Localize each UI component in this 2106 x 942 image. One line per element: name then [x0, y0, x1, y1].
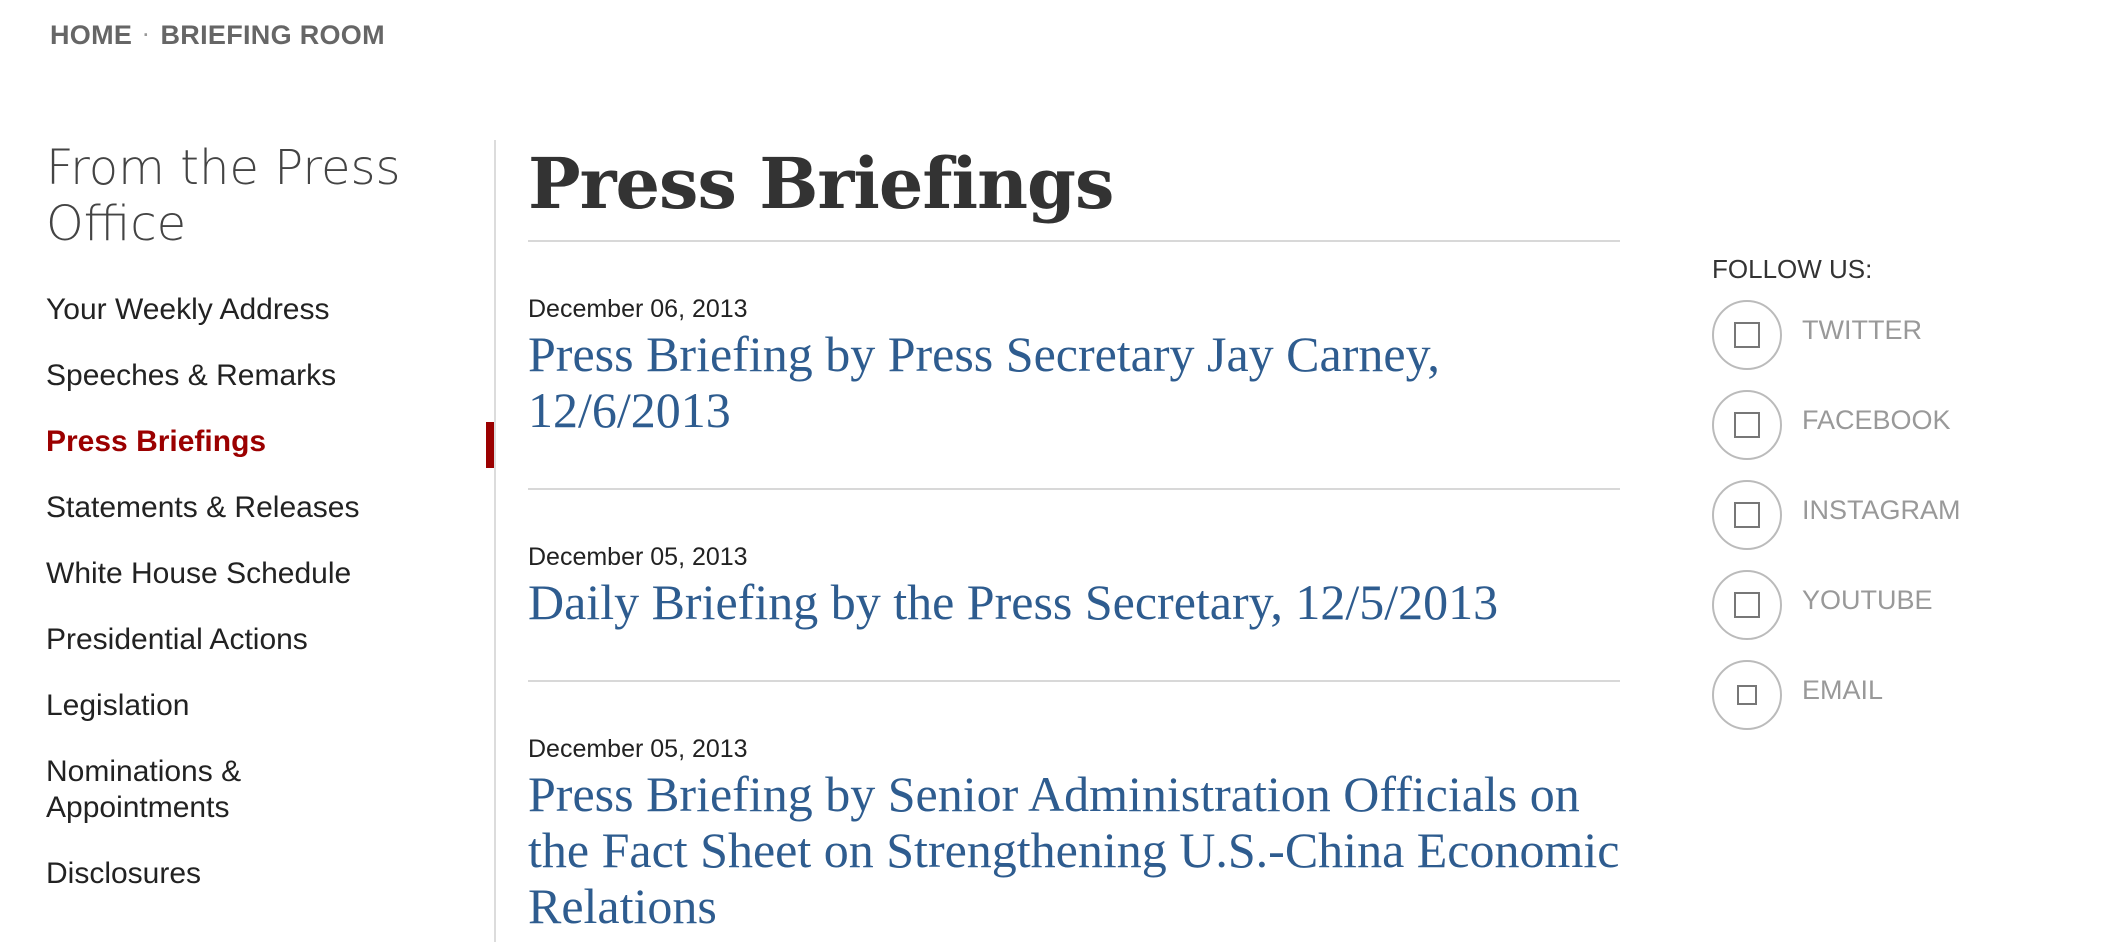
email-label: EMAIL: [1802, 674, 1884, 705]
sidebar-item-nominations-appointments[interactable]: Nominations & Appointments: [46, 754, 276, 826]
sidebar-item-your-weekly-address[interactable]: Your Weekly Address: [46, 292, 446, 328]
sidebar: From the Press Office Your Weekly Addres…: [0, 140, 496, 942]
main-content: Press Briefings December 06, 2013 Press …: [528, 140, 1620, 934]
page-title: Press Briefings: [528, 142, 1114, 225]
instagram-icon: [1712, 480, 1782, 550]
breadcrumb-separator: ·: [143, 25, 150, 45]
facebook-link[interactable]: FACEBOOK: [1712, 389, 2042, 461]
twitter-label: TWITTER: [1802, 314, 1922, 345]
sidebar-nav: Your Weekly Address Speeches & Remarks P…: [46, 292, 446, 922]
entry-title-link[interactable]: Daily Briefing by the Press Secretary, 1…: [528, 574, 1620, 630]
breadcrumb: HOME · BRIEFING ROOM: [50, 20, 385, 51]
entry-title-link[interactable]: Press Briefing by Press Secretary Jay Ca…: [528, 326, 1620, 438]
sidebar-item-legislation[interactable]: Legislation: [46, 688, 446, 724]
briefing-entry: December 05, 2013 Press Briefing by Seni…: [528, 682, 1620, 934]
sidebar-item-disclosures[interactable]: Disclosures: [46, 856, 446, 892]
email-icon: [1712, 660, 1782, 730]
breadcrumb-current-link[interactable]: BRIEFING ROOM: [161, 20, 385, 51]
follow-us-panel: FOLLOW US: TWITTER FACEBOOK INSTAGRAM YO…: [1712, 254, 2042, 749]
youtube-link[interactable]: YOUTUBE: [1712, 569, 2042, 641]
breadcrumb-home-link[interactable]: HOME: [50, 20, 132, 51]
entry-date: December 06, 2013: [528, 295, 748, 323]
instagram-label: INSTAGRAM: [1802, 494, 1961, 525]
sidebar-item-presidential-actions[interactable]: Presidential Actions: [46, 622, 446, 658]
briefing-entry: December 06, 2013 Press Briefing by Pres…: [528, 242, 1620, 438]
entry-date: December 05, 2013: [528, 543, 748, 571]
twitter-link[interactable]: TWITTER: [1712, 299, 2042, 371]
instagram-link[interactable]: INSTAGRAM: [1712, 479, 2042, 551]
sidebar-item-white-house-schedule[interactable]: White House Schedule: [46, 556, 446, 592]
youtube-icon: [1712, 570, 1782, 640]
facebook-icon: [1712, 390, 1782, 460]
entry-date: December 05, 2013: [528, 735, 748, 763]
sidebar-item-statements-releases[interactable]: Statements & Releases: [46, 490, 446, 526]
twitter-icon: [1712, 300, 1782, 370]
sidebar-item-press-briefings[interactable]: Press Briefings: [46, 424, 446, 460]
youtube-label: YOUTUBE: [1802, 584, 1933, 615]
sidebar-title: From the Press Office: [46, 140, 401, 252]
follow-us-label: FOLLOW US:: [1712, 254, 1873, 284]
briefing-entry: December 05, 2013 Daily Briefing by the …: [528, 490, 1620, 630]
email-link[interactable]: EMAIL: [1712, 659, 2042, 731]
active-item-marker: [486, 422, 494, 468]
facebook-label: FACEBOOK: [1802, 404, 1951, 435]
entry-title-link[interactable]: Press Briefing by Senior Administration …: [528, 766, 1620, 934]
sidebar-item-speeches-remarks[interactable]: Speeches & Remarks: [46, 358, 446, 394]
